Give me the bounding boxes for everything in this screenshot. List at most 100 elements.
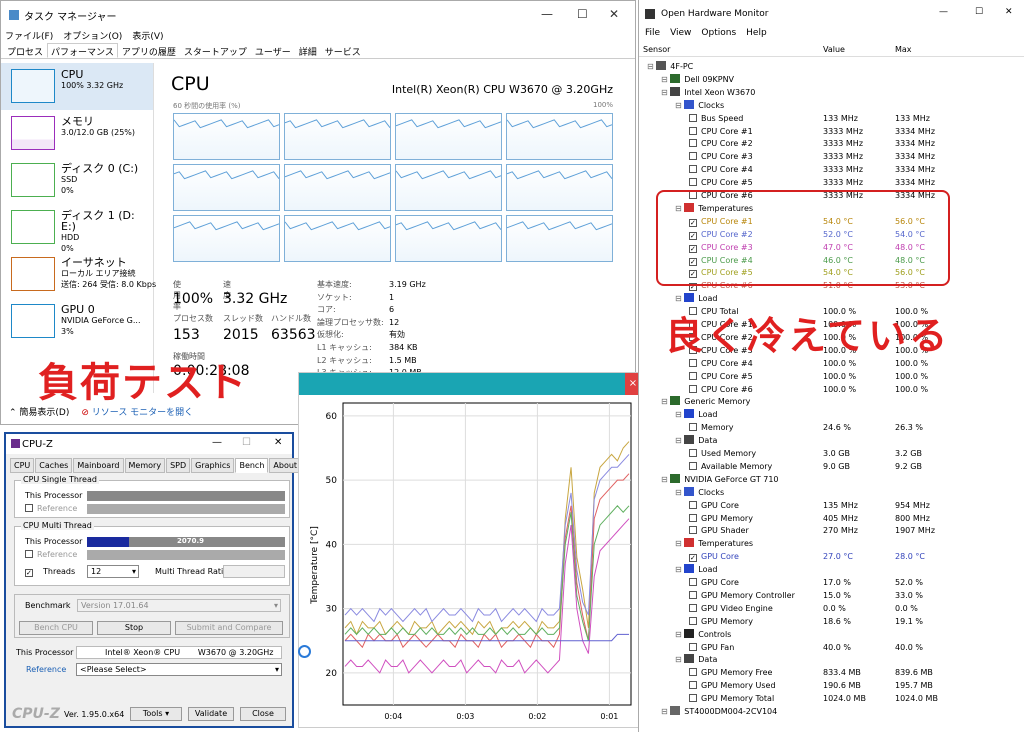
tab-services[interactable]: サービス [321, 43, 365, 58]
sensor-checkbox[interactable] [689, 590, 697, 599]
sensor-group-row[interactable]: ⊟ Data [639, 434, 1024, 447]
sensor-row[interactable]: GPU Core 27.0 °C 28.0 °C [639, 550, 1024, 563]
sensor-row[interactable]: GPU Core 135 MHz 954 MHz [639, 499, 1024, 512]
cpuz-tab-about[interactable]: About [269, 458, 302, 473]
menu-view[interactable]: 表示(V) [132, 29, 163, 43]
sensor-checkbox[interactable] [689, 694, 697, 703]
expander-icon[interactable]: ⊟ [661, 88, 670, 97]
sensor-checkbox[interactable] [689, 681, 697, 690]
sensor-row[interactable]: GPU Core 17.0 % 52.0 % [639, 576, 1024, 589]
sidebar-item-disk0[interactable]: ディスク 0 (C:) SSD 0% [1, 157, 153, 204]
expander-icon[interactable]: ⊟ [675, 410, 684, 419]
sidebar-item-disk1[interactable]: ディスク 1 (D: E:) HDD 0% [1, 204, 153, 253]
sensor-row[interactable]: GPU Fan 40.0 % 40.0 % [639, 641, 1024, 654]
expander-icon[interactable]: ⊟ [647, 62, 656, 71]
sensor-group-row[interactable]: ⊟ Load [639, 292, 1024, 305]
submit-compare-button[interactable]: Submit and Compare [175, 621, 283, 635]
sensor-group-row[interactable]: ⊟ Clocks [639, 99, 1024, 112]
sensor-row[interactable]: CPU Core #3 3333 MHz 3334 MHz [639, 150, 1024, 163]
sensor-checkbox[interactable] [689, 384, 697, 393]
tab-users[interactable]: ユーザー [251, 43, 295, 58]
menu-help[interactable]: Help [746, 28, 767, 41]
tab-app-history[interactable]: アプリの履歴 [118, 43, 180, 58]
ohm-close-button[interactable]: ✕ [1005, 7, 1013, 17]
sensor-checkbox[interactable] [689, 113, 697, 122]
sensor-row[interactable]: CPU Core #4 3333 MHz 3334 MHz [639, 163, 1024, 176]
cpuz-tab-memory[interactable]: Memory [124, 458, 166, 473]
col-max[interactable]: Max [895, 45, 912, 54]
sensor-group-row[interactable]: ⊟ ST4000DM004-2CV104 [639, 705, 1024, 718]
sensor-row[interactable]: GPU Shader 270 MHz 1907 MHz [639, 524, 1024, 537]
cpuz-tab-graphics[interactable]: Graphics [191, 458, 235, 473]
threads-checkbox[interactable] [25, 569, 33, 577]
sidebar-item-memory[interactable]: メモリ 3.0/12.0 GB (25%) [1, 110, 153, 157]
sensor-checkbox[interactable] [689, 178, 697, 187]
sidebar-item-cpu[interactable]: CPU 100% 3.32 GHz [1, 63, 153, 110]
sensor-group-row[interactable]: ⊟ NVIDIA GeForce GT 710 [639, 473, 1024, 486]
menu-view[interactable]: View [670, 28, 691, 41]
expander-icon[interactable]: ⊟ [675, 436, 684, 445]
sensor-checkbox[interactable] [689, 603, 697, 612]
sensor-checkbox[interactable] [689, 668, 697, 677]
sensor-checkbox[interactable] [689, 526, 697, 535]
sensor-row[interactable]: Memory 24.6 % 26.3 % [639, 421, 1024, 434]
sensor-row[interactable]: GPU Memory 18.6 % 19.1 % [639, 615, 1024, 628]
sensor-checkbox[interactable] [689, 513, 697, 522]
bench-cpu-button[interactable]: Bench CPU [19, 621, 93, 635]
minimize-button[interactable]: — [541, 7, 553, 21]
maximize-button[interactable]: ☐ [577, 7, 588, 21]
expander-icon[interactable]: ⊟ [661, 397, 670, 406]
sensor-row[interactable]: CPU Core #5 100.0 % 100.0 % [639, 370, 1024, 383]
reference-checkbox[interactable] [25, 550, 33, 558]
sensor-checkbox[interactable] [689, 371, 697, 380]
cpuz-close-button[interactable]: ✕ [274, 437, 282, 448]
cpuz-tab-spd[interactable]: SPD [166, 458, 191, 473]
sensor-group-row[interactable]: ⊟ 4F-PC [639, 60, 1024, 73]
sensor-row[interactable]: GPU Memory 405 MHz 800 MHz [639, 512, 1024, 525]
validate-button[interactable]: Validate [188, 707, 234, 721]
sensor-row[interactable]: Available Memory 9.0 GB 9.2 GB [639, 460, 1024, 473]
cpuz-maximize-button[interactable]: ☐ [242, 437, 251, 448]
sensor-group-row[interactable]: ⊟ Dell 09KPNV [639, 73, 1024, 86]
expander-icon[interactable]: ⊟ [661, 475, 670, 484]
sensor-row[interactable]: GPU Memory Controller 15.0 % 33.0 % [639, 589, 1024, 602]
sensor-group-row[interactable]: ⊟ Load [639, 563, 1024, 576]
sensor-row[interactable]: GPU Memory Free 833.4 MB 839.6 MB [639, 666, 1024, 679]
close-button[interactable]: Close [240, 707, 286, 721]
tools-button[interactable]: Tools ▾ [130, 707, 182, 721]
benchmark-select[interactable]: Version 17.01.64 ▾ [77, 599, 281, 612]
cpuz-tab-mainboard[interactable]: Mainboard [73, 458, 124, 473]
tab-processes[interactable]: プロセス [3, 43, 47, 58]
sensor-group-row[interactable]: ⊟ Intel Xeon W3670 [639, 86, 1024, 99]
expander-icon[interactable]: ⊟ [661, 75, 670, 84]
sensor-checkbox[interactable] [689, 165, 697, 174]
tab-details[interactable]: 詳細 [295, 43, 321, 58]
col-sensor[interactable]: Sensor [643, 45, 670, 54]
sidebar-item-ethernet[interactable]: イーサネット ローカル エリア接続 送信: 264 受信: 8.0 Kbps [1, 251, 156, 298]
cpuz-tab-caches[interactable]: Caches [35, 458, 73, 473]
expander-icon[interactable]: ⊟ [661, 707, 670, 716]
sensor-checkbox[interactable] [689, 554, 697, 563]
sensor-row[interactable]: CPU Core #6 100.0 % 100.0 % [639, 383, 1024, 396]
sensor-group-row[interactable]: ⊟ Generic Memory [639, 395, 1024, 408]
expander-icon[interactable]: ⊟ [675, 539, 684, 548]
cpuz-tab-cpu[interactable]: CPU [10, 458, 35, 473]
sensor-group-row[interactable]: ⊟ Data [639, 653, 1024, 666]
ref-select[interactable]: <Please Select> ▾ [76, 663, 282, 676]
menu-options[interactable]: オプション(O) [63, 29, 122, 43]
expander-icon[interactable]: ⊟ [675, 630, 684, 639]
close-button[interactable]: ✕ [609, 7, 619, 21]
menu-options[interactable]: Options [701, 28, 736, 41]
tab-startup[interactable]: スタートアップ [180, 43, 251, 58]
sensor-group-row[interactable]: ⊟ Clocks [639, 486, 1024, 499]
sensor-row[interactable]: CPU Core #1 3333 MHz 3334 MHz [639, 125, 1024, 138]
sensor-checkbox[interactable] [689, 616, 697, 625]
sensor-checkbox[interactable] [689, 578, 697, 586]
cpuz-tab-bench[interactable]: Bench [235, 458, 269, 473]
expander-icon[interactable]: ⊟ [675, 655, 684, 664]
expander-icon[interactable]: ⊟ [675, 488, 684, 497]
sensor-row[interactable]: Used Memory 3.0 GB 3.2 GB [639, 447, 1024, 460]
sidebar-item-gpu[interactable]: GPU 0 NVIDIA GeForce G... 3% [1, 298, 153, 345]
sensor-checkbox[interactable] [689, 139, 697, 148]
ohm-minimize-button[interactable]: — [939, 7, 948, 17]
